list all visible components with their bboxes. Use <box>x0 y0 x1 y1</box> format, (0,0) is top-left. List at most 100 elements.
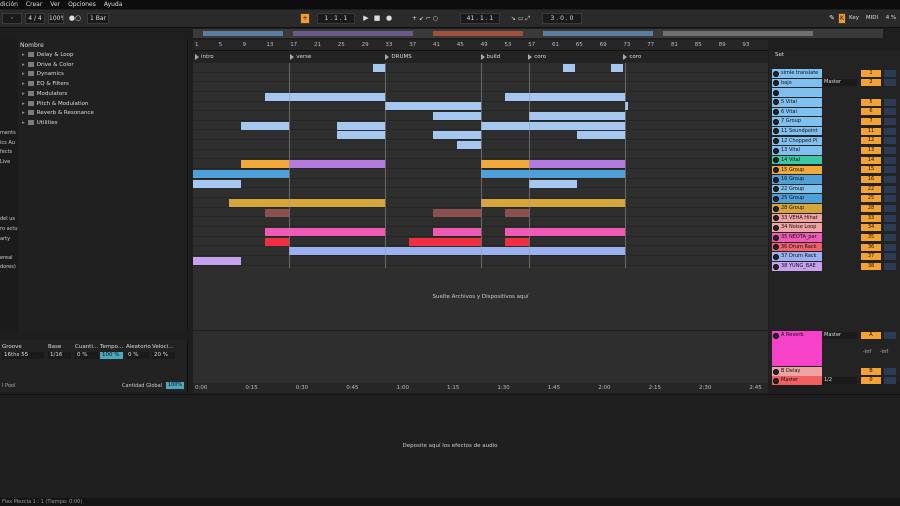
audio-clip[interactable] <box>457 141 481 149</box>
solo-button[interactable] <box>884 69 896 77</box>
track-number[interactable]: 13 <box>861 147 881 154</box>
browser-folder-item[interactable]: ▸ Dynamics <box>22 71 64 77</box>
audio-clip[interactable] <box>289 198 385 207</box>
drop-zone[interactable]: Suelte Archivos y Dispositivos aquí <box>193 268 768 330</box>
arrangement-overview[interactable] <box>193 29 883 38</box>
audio-clip[interactable] <box>289 160 385 169</box>
audio-clip[interactable] <box>505 227 625 236</box>
solo-button[interactable] <box>884 233 896 241</box>
locator-marker[interactable]: intro <box>195 53 214 61</box>
browser-sidebar-item[interactable]: ro actu <box>0 226 18 232</box>
browser-sidebar-item[interactable]: ereal <box>0 255 13 261</box>
audio-clip[interactable] <box>265 237 289 246</box>
track-header[interactable]: bajo <box>772 78 822 88</box>
locator-marker[interactable]: verse <box>290 53 311 61</box>
solo-button[interactable] <box>884 156 896 164</box>
browser-folder-item[interactable]: ▸ EQ & Filters <box>22 81 69 87</box>
solo-button[interactable] <box>884 195 896 203</box>
track-header[interactable]: 7 Group <box>772 117 822 126</box>
pencil-icon[interactable]: ✎ <box>828 13 836 24</box>
track-header[interactable]: 35 NEOTA_par <box>772 233 822 242</box>
track-header[interactable] <box>772 88 822 97</box>
menu-item[interactable]: Ver <box>50 1 60 8</box>
track-header[interactable]: 38 YUNG_BAE <box>772 262 822 271</box>
solo-button[interactable] <box>884 98 896 106</box>
track-number[interactable]: 5 <box>861 98 881 106</box>
solo-button[interactable] <box>884 332 896 339</box>
browser-folder-item[interactable]: ▸ Utilities <box>22 119 57 126</box>
global-amount-value[interactable]: 100% <box>166 382 184 389</box>
zoom-box[interactable]: 100% <box>48 13 64 24</box>
track-activator-button[interactable] <box>773 167 779 173</box>
audio-clip[interactable] <box>481 160 529 169</box>
track-number[interactable]: 0 <box>861 377 881 384</box>
follow-button[interactable]: + <box>300 13 310 24</box>
audio-clip[interactable] <box>481 169 529 178</box>
loop-start[interactable]: 41 . 1 . 1 <box>460 13 500 24</box>
track-header[interactable]: 33 VEHA Hihat <box>772 213 822 223</box>
audio-clip[interactable] <box>373 63 385 72</box>
locator-marker[interactable]: coro <box>623 53 641 61</box>
audio-clip[interactable] <box>265 208 289 217</box>
track-header[interactable]: 36 Drum Rack <box>772 242 822 252</box>
beat-ruler[interactable]: 1 5 9 13 17 21 25 29 33 37 41 45 49 53 57 61 65 69 73 77 81 8… <box>193 40 768 51</box>
audio-clip[interactable] <box>529 169 625 178</box>
audio-clip[interactable] <box>229 198 289 207</box>
track-header[interactable]: 37 Drum Rack <box>772 252 822 261</box>
solo-button[interactable] <box>884 147 896 154</box>
track-number[interactable]: 6 <box>861 108 881 116</box>
audio-clip[interactable] <box>385 102 481 111</box>
browser-folder-item[interactable]: ▸ Delay & Loop <box>22 52 74 58</box>
audio-clip[interactable] <box>481 198 529 207</box>
expand-arrow-icon[interactable]: ▸ <box>22 62 25 68</box>
groove-value[interactable]: 100 % <box>100 352 123 359</box>
menu-item[interactable]: Ayuda <box>104 1 123 8</box>
audio-clip[interactable] <box>241 121 289 130</box>
track-activator-button[interactable] <box>773 368 779 375</box>
signature-box[interactable]: 4 / 4 <box>25 13 45 24</box>
track-number[interactable]: 22 <box>861 185 881 193</box>
browser-sidebar-item[interactable]: dores) <box>0 264 16 270</box>
track-number[interactable]: 35 <box>861 233 881 241</box>
track-activator-button[interactable] <box>773 195 779 202</box>
audio-clip[interactable] <box>505 237 529 246</box>
track-activator-button[interactable] <box>773 128 779 135</box>
audio-clip[interactable] <box>505 208 529 217</box>
browser-sidebar-item[interactable]: ments <box>0 130 16 136</box>
overdub-automation-icons[interactable]: + ↙ ⌐ ○ <box>400 13 450 24</box>
audio-clip[interactable] <box>265 227 385 236</box>
track-activator-button[interactable] <box>773 377 779 384</box>
audio-clip[interactable] <box>193 179 241 188</box>
track-number[interactable]: 2 <box>861 79 881 87</box>
audio-clip[interactable] <box>289 247 625 256</box>
audio-clip[interactable] <box>529 160 625 169</box>
track-activator-button[interactable] <box>773 244 779 251</box>
audio-clip[interactable] <box>241 160 289 169</box>
tap-tempo-button[interactable]: ◦ <box>2 13 22 24</box>
track-number[interactable]: 37 <box>861 253 881 261</box>
track-header[interactable]: 11 Soundpoint <box>772 126 822 136</box>
track-number[interactable]: B <box>861 368 881 375</box>
browser-folder-item[interactable]: ▸ Pitch & Modulation <box>22 100 88 107</box>
play-icon[interactable]: ▶ <box>362 13 370 24</box>
track-header[interactable]: 12 Chopped Pi <box>772 136 822 146</box>
locator-marker[interactable]: DRUMS <box>385 53 412 61</box>
track-header[interactable]: 15 Group <box>772 165 822 175</box>
solo-button[interactable] <box>884 127 896 135</box>
audio-clip[interactable] <box>337 121 385 130</box>
track-number[interactable]: 34 <box>861 224 881 232</box>
metronome-icon[interactable]: ●○ <box>68 13 82 24</box>
audio-clip[interactable] <box>529 179 577 188</box>
browser-folder-item[interactable]: ▸ Reverb & Resonance <box>22 110 94 116</box>
locator-marker[interactable]: coro <box>528 53 546 61</box>
track-header[interactable]: 25 Group <box>772 194 822 204</box>
track-activator-button[interactable] <box>773 157 779 164</box>
track-activator-button[interactable] <box>773 138 779 145</box>
audio-clip[interactable] <box>577 131 625 140</box>
return-track-header[interactable]: A Reverb <box>772 331 822 366</box>
track-activator-button[interactable] <box>773 109 779 116</box>
audio-clip[interactable] <box>529 112 625 121</box>
solo-button[interactable] <box>884 108 896 116</box>
solo-button[interactable] <box>884 118 896 126</box>
menu-item[interactable]: Crear <box>26 1 42 8</box>
